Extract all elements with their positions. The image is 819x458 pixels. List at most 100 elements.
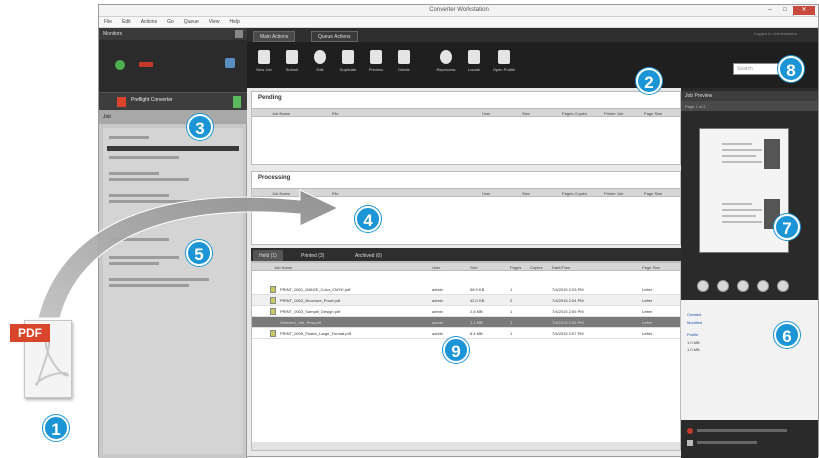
tab-main-actions[interactable]: Main Actions <box>253 31 296 42</box>
submit-button[interactable]: Submit <box>279 50 305 82</box>
col-job-name[interactable]: Job Name <box>274 265 292 270</box>
delete-icon <box>398 50 410 64</box>
minimize-button[interactable]: – <box>763 6 777 15</box>
col-user[interactable]: User <box>482 191 490 196</box>
open-profile-button[interactable]: Open Profile <box>491 50 517 82</box>
app-window: Converter Workstation – □ ✕ File Edit Acti… <box>98 4 819 458</box>
sidebar-collapse-icon[interactable] <box>235 30 243 38</box>
callout-5: 5 <box>186 240 212 266</box>
title-bar: Converter Workstation – □ ✕ <box>99 5 818 17</box>
col-page-size[interactable]: Page Size <box>644 191 662 196</box>
preview-button[interactable]: Preview <box>363 50 389 82</box>
detail-line <box>109 200 199 203</box>
col-page-size[interactable]: Page Size <box>642 265 660 270</box>
col-job-name[interactable]: Job Name <box>272 191 290 196</box>
job-list-tabs: Held (1) Printed (3) Archived (0) <box>251 248 681 261</box>
file-icon <box>270 297 276 304</box>
detail-line <box>109 136 149 139</box>
col-page-size[interactable]: Page Size <box>644 111 662 116</box>
callout-1: 1 <box>43 415 69 441</box>
preview-panel: Job Preview Page 1 of 2 Created Modified… <box>681 88 818 458</box>
info-value: 1.0 MB <box>687 347 700 352</box>
thumb-line <box>722 221 762 223</box>
pdf-file-icon: PDF <box>10 320 72 398</box>
job-detail-panel <box>103 128 243 454</box>
detail-line <box>109 156 179 159</box>
reprocess-button[interactable]: Reprocess <box>433 50 459 82</box>
pdf-task-icon <box>117 97 126 107</box>
col-user[interactable]: User <box>432 265 440 270</box>
col-printer-job[interactable]: Printer Job <box>604 111 623 116</box>
preview-title: Job Preview <box>681 91 818 101</box>
thumb-line <box>722 215 756 217</box>
job-list-header: Job Name User Size Pages Copies Date/Tim… <box>252 262 680 271</box>
last-page-button[interactable] <box>777 280 789 292</box>
horizontal-scrollbar[interactable] <box>252 442 680 450</box>
footer-line <box>697 429 787 432</box>
edit-button[interactable]: Edit <box>307 50 333 82</box>
col-job-name[interactable]: Job Name <box>272 111 290 116</box>
menu-actions[interactable]: Actions <box>136 17 162 25</box>
menu-go[interactable]: Go <box>162 17 179 25</box>
col-pages-copies[interactable]: Pages Copies <box>562 191 587 196</box>
menu-edit[interactable]: Edit <box>117 17 136 25</box>
duplicate-button[interactable]: Duplicate <box>335 50 361 82</box>
col-size[interactable]: Size <box>470 265 478 270</box>
locate-button[interactable]: Locate <box>461 50 487 82</box>
detail-line <box>109 178 189 181</box>
section-header: Job <box>99 110 247 124</box>
col-size[interactable]: Size <box>522 111 530 116</box>
table-row-selected[interactable]: Selected_Job_Row.pdf admin 1.1 MB 1 7/4/… <box>252 317 680 328</box>
table-row[interactable]: PRINT_0003_Sample_Design.pdf admin 2.6 M… <box>252 306 680 317</box>
col-size[interactable]: Size <box>522 191 530 196</box>
next-page-button[interactable] <box>757 280 769 292</box>
prev-page-button[interactable] <box>717 280 729 292</box>
menu-help[interactable]: Help <box>225 17 245 25</box>
play-button[interactable] <box>737 280 749 292</box>
col-file[interactable]: File <box>332 191 338 196</box>
col-pages-copies[interactable]: Pages Copies <box>562 111 587 116</box>
info-profile-link[interactable]: Profile <box>687 332 698 337</box>
thumb-line <box>722 143 752 145</box>
detail-line <box>109 284 189 287</box>
info-modified-link[interactable]: Modified <box>687 320 702 325</box>
table-row[interactable]: PRINT_0002_Brochure_Proof.pdf admin 42.0… <box>252 295 680 306</box>
menu-file[interactable]: File <box>99 17 117 25</box>
maximize-button[interactable]: □ <box>778 6 792 15</box>
status-ok-icon <box>115 60 125 70</box>
col-printer-job[interactable]: Printer Job <box>604 191 623 196</box>
sidebar-header: Monitors <box>99 28 247 40</box>
info-created-link[interactable]: Created <box>687 312 701 317</box>
thumb-line <box>722 203 752 205</box>
menu-bar: File Edit Actions Go Queue View Help <box>99 17 818 28</box>
edit-icon <box>314 50 326 64</box>
col-file[interactable]: File <box>332 111 338 116</box>
file-icon <box>270 286 276 293</box>
col-pages[interactable]: Pages <box>510 265 521 270</box>
pending-panel: Pending Job Name File User Size Pages Co… <box>251 91 681 165</box>
footer-line <box>697 441 757 444</box>
tab-archived[interactable]: Archived (0) <box>349 250 388 261</box>
close-button[interactable]: ✕ <box>793 6 815 15</box>
preview-subtitle: Page 1 of 2 <box>681 101 818 111</box>
first-page-button[interactable] <box>697 280 709 292</box>
menu-view[interactable]: View <box>204 17 225 25</box>
delete-button[interactable]: Delete <box>391 50 417 82</box>
menu-queue[interactable]: Queue <box>179 17 204 25</box>
table-row[interactable]: PRINT_0001_IMAGE_Color_CMYK.pdf admin 58… <box>252 284 680 295</box>
new-job-button[interactable]: New Job <box>251 50 277 82</box>
tab-printed[interactable]: Printed (3) <box>295 250 330 261</box>
new-job-icon <box>258 50 270 64</box>
tab-held[interactable]: Held (1) <box>253 250 283 261</box>
table-row[interactable]: PRINT_0005_Poster_Large_Format.pdf admin… <box>252 328 680 339</box>
col-copies[interactable]: Copies <box>530 265 542 270</box>
settings-icon[interactable] <box>225 58 235 68</box>
col-date-time[interactable]: Date/Time <box>552 265 570 270</box>
task-item[interactable]: Preflight Converter <box>99 92 247 110</box>
tab-queue-actions[interactable]: Queue Actions <box>311 31 358 42</box>
info-value: 1.0 MB <box>687 340 700 345</box>
callout-4: 4 <box>355 206 381 232</box>
task-status-icon <box>233 96 241 108</box>
monitor-sidebar: Monitors Preflight Converter Job <box>99 28 247 458</box>
col-user[interactable]: User <box>482 111 490 116</box>
